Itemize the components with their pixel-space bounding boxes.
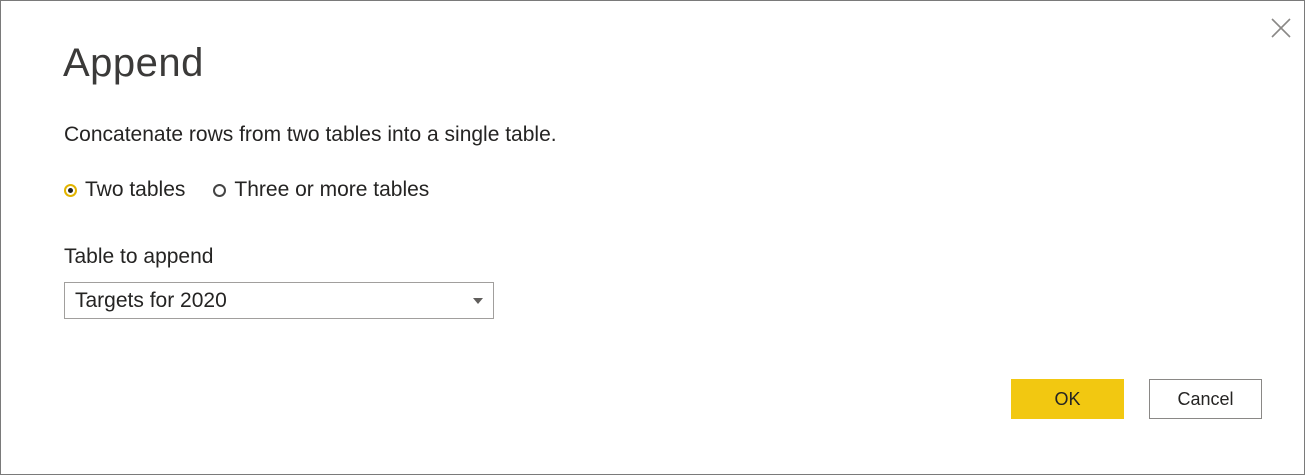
dialog-description: Concatenate rows from two tables into a …: [64, 123, 557, 146]
close-button[interactable]: [1268, 15, 1294, 41]
dialog-title: Append: [63, 41, 204, 85]
append-dialog: Append Concatenate rows from two tables …: [0, 0, 1305, 475]
radio-three-or-more-tables[interactable]: Three or more tables: [213, 178, 429, 202]
chevron-down-icon: [463, 283, 493, 318]
close-icon: [1271, 18, 1291, 38]
radio-unselected-icon: [213, 183, 227, 197]
radio-three-or-more-tables-label: Three or more tables: [234, 178, 430, 201]
append-mode-radio-group: Two tables Three or more tables: [64, 178, 457, 202]
cancel-button[interactable]: Cancel: [1149, 379, 1262, 419]
table-to-append-value: Targets for 2020: [75, 288, 227, 312]
ok-button[interactable]: OK: [1011, 379, 1124, 419]
radio-two-tables-label: Two tables: [85, 178, 186, 201]
radio-two-tables[interactable]: Two tables: [64, 178, 185, 202]
table-to-append-label: Table to append: [64, 245, 214, 268]
table-to-append-dropdown[interactable]: Targets for 2020: [64, 282, 494, 319]
radio-selected-icon: [64, 183, 77, 197]
